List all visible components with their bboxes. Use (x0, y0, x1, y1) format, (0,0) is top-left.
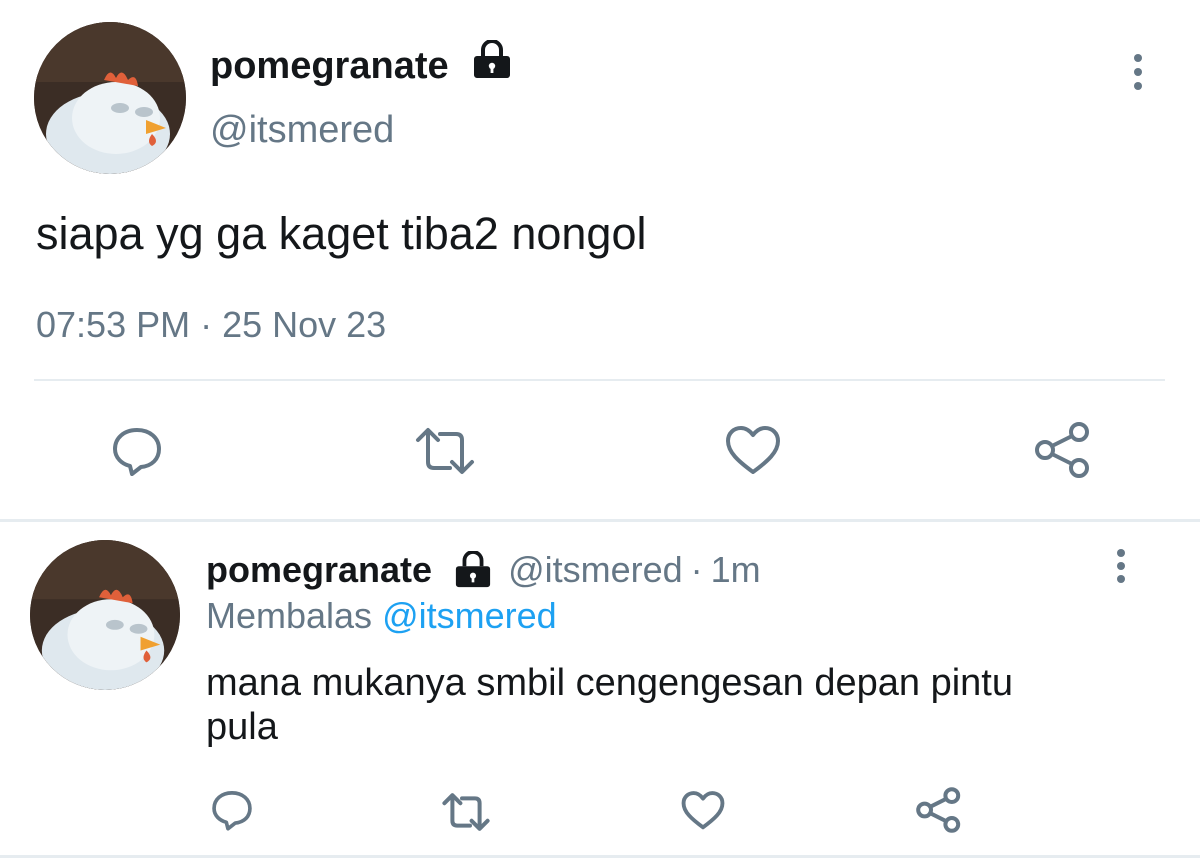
user-handle[interactable]: @itsmered (210, 108, 394, 152)
avatar[interactable] (34, 22, 186, 174)
reply-text-line-2: pula (206, 706, 278, 748)
tweet-text: siapa yg ga kaget tiba2 nongol (36, 208, 647, 259)
reply-icon[interactable] (110, 424, 164, 478)
bottom-divider (0, 855, 1200, 858)
share-icon[interactable] (1032, 420, 1094, 480)
reply-text-line-1: mana mukanya smbil cengengesan depan pin… (206, 662, 1013, 704)
reply-age: 1m (710, 549, 761, 590)
reply-avatar[interactable] (30, 540, 180, 690)
retweet-icon[interactable] (438, 790, 494, 834)
like-icon[interactable] (680, 790, 726, 832)
section-divider (0, 519, 1200, 522)
tweet-timestamp: 07:53 PM · 25 Nov 23 (36, 304, 387, 345)
like-icon[interactable] (724, 424, 782, 478)
share-icon[interactable] (914, 786, 964, 834)
more-vertical-icon[interactable] (1115, 549, 1127, 583)
reply-user-handle[interactable]: @itsmered (508, 548, 683, 592)
display-name[interactable]: pomegranate (210, 44, 449, 88)
divider (34, 379, 1165, 381)
meta-separator: · (690, 549, 703, 590)
reply-display-name[interactable]: pomegranate (206, 548, 432, 592)
lock-icon (470, 40, 514, 80)
replying-to-link[interactable]: @itsmered (382, 595, 557, 636)
more-vertical-icon[interactable] (1132, 54, 1144, 90)
lock-icon (452, 551, 494, 589)
reply-header: pomegranate @itsmered · 1m (206, 548, 761, 592)
replying-prefix: Membalas (206, 595, 373, 636)
replying-to-line: Membalas @itsmered (206, 594, 557, 638)
reply-icon[interactable] (210, 788, 254, 832)
retweet-icon[interactable] (410, 424, 480, 478)
